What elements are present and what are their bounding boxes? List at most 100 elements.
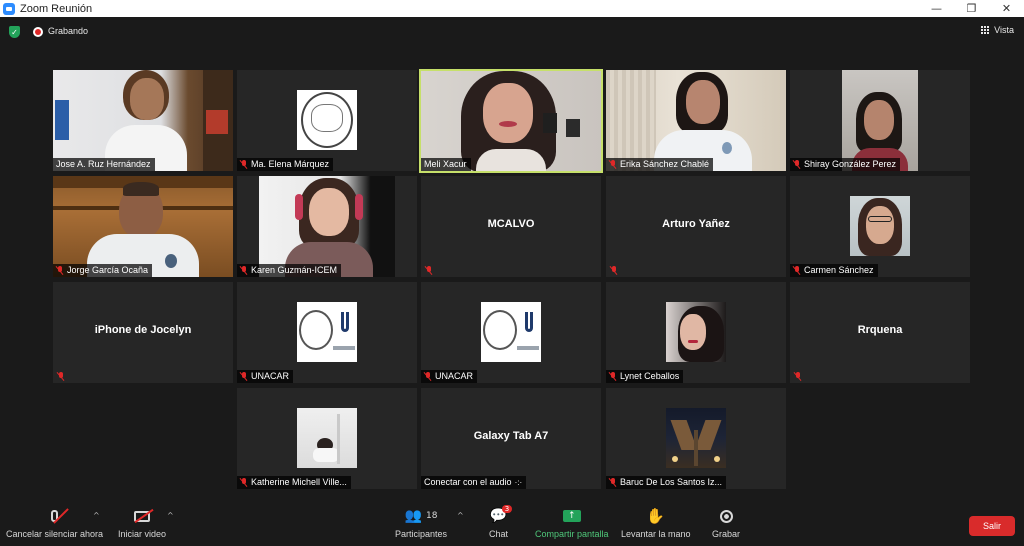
chat-label: Chat	[489, 529, 509, 539]
participant-name: Erika Sánchez Chablé	[620, 159, 710, 169]
participant-tile[interactable]: MCALVO	[421, 176, 601, 277]
window-titlebar: Zoom Reunión — ❐ ✕	[0, 0, 1024, 17]
participant-tile[interactable]: Rrquena	[790, 282, 970, 383]
participants-label: Participantes	[395, 529, 448, 539]
start-video-label: Iniciar video	[118, 529, 167, 539]
participant-video	[606, 70, 786, 171]
participant-tile[interactable]: Katherine Michell Ville...	[237, 388, 417, 489]
meeting-topbar: ✓ Grabando Vista	[0, 17, 1024, 45]
participant-name: Katherine Michell Ville...	[251, 477, 347, 487]
participant-name: Karen Guzmán-ICEM	[251, 265, 338, 275]
participant-name-label: Ma. Elena Márquez	[237, 158, 334, 171]
participant-tile[interactable]: UNACAR	[237, 282, 417, 383]
window-title: Zoom Reunión	[20, 2, 93, 15]
participant-name: UNACAR	[251, 371, 290, 381]
restore-button[interactable]: ❐	[954, 0, 989, 17]
video-off-icon	[134, 506, 154, 526]
leave-button[interactable]: Salir	[969, 516, 1015, 536]
raise-hand-label: Levantar la mano	[621, 529, 691, 539]
participant-name: Ma. Elena Márquez	[251, 159, 330, 169]
recording-icon	[33, 27, 43, 37]
participant-tile[interactable]: Erika Sánchez Chablé	[606, 70, 786, 171]
participant-name: Lynet Ceballos	[620, 371, 680, 381]
mic-muted-icon	[240, 478, 248, 487]
participant-tile[interactable]: Karen Guzmán-ICEM	[237, 176, 417, 277]
unmute-button[interactable]: Cancelar silenciar ahora	[6, 506, 103, 539]
participant-name: Jose A. Ruz Hernández	[56, 159, 151, 169]
participants-button[interactable]: 👥 18 Participantes	[395, 506, 447, 539]
mic-muted-icon	[609, 478, 617, 487]
minimize-button[interactable]: —	[919, 0, 954, 17]
participant-display-name: MCALVO	[487, 218, 535, 230]
start-video-button[interactable]: Iniciar video	[118, 506, 166, 539]
participant-video	[421, 71, 601, 171]
participant-tile[interactable]: Ma. Elena Márquez	[237, 70, 417, 171]
video-options-chevron-icon[interactable]: ^	[167, 511, 174, 520]
record-icon	[719, 506, 733, 526]
participant-name: Meli Xacur	[424, 159, 467, 169]
share-screen-label: Compartir pantalla	[535, 529, 609, 539]
chat-icon: 💬 3	[490, 505, 513, 526]
participant-tile[interactable]: Arturo Yañez	[606, 176, 786, 277]
participant-name: Jorge García Ocaña	[67, 265, 149, 275]
participant-tile[interactable]: Galaxy Tab A7 Conectar con el audio ·:·	[421, 388, 601, 489]
mic-muted-icon	[51, 506, 69, 526]
participants-options-chevron-icon[interactable]: ^	[457, 511, 464, 520]
participant-tile[interactable]: Baruc De Los Santos Iz...	[606, 388, 786, 489]
raise-hand-button[interactable]: ✋ Levantar la mano	[621, 506, 691, 539]
record-label: Grabar	[712, 529, 741, 539]
university-seal-image	[297, 90, 357, 150]
raise-hand-icon: ✋	[646, 507, 666, 525]
participant-tile[interactable]: UNACAR	[421, 282, 601, 383]
zoom-app-icon	[3, 2, 15, 15]
participant-video	[842, 70, 918, 171]
view-button[interactable]: Vista	[981, 25, 1014, 35]
mic-muted-icon	[609, 372, 617, 381]
participant-photo	[850, 196, 910, 256]
participant-name-label: Baruc De Los Santos Iz...	[606, 476, 727, 489]
mic-muted-icon	[793, 160, 801, 169]
participant-display-name: Rrquena	[857, 324, 903, 336]
chat-badge: 3	[501, 505, 513, 513]
participant-name-label: Conectar con el audio ·:·	[421, 476, 527, 489]
participant-display-name: Arturo Yañez	[662, 218, 730, 230]
participant-tile-active-speaker[interactable]: Meli Xacur	[419, 69, 603, 173]
record-button[interactable]: Grabar	[712, 506, 740, 539]
participant-video	[53, 70, 233, 171]
participant-name: Shiray González Perez	[804, 159, 897, 169]
mic-muted-icon	[424, 372, 432, 381]
mic-muted-icon	[609, 160, 617, 169]
participant-name: Carmen Sánchez	[804, 265, 874, 275]
participant-tile[interactable]: Carmen Sánchez	[790, 176, 970, 277]
participant-name-label: Erika Sánchez Chablé	[606, 158, 714, 171]
participant-name: Baruc De Los Santos Iz...	[620, 477, 723, 487]
participant-tile[interactable]: iPhone de Jocelyn	[53, 282, 233, 383]
mic-muted-icon	[56, 266, 64, 275]
connect-audio-label[interactable]: Conectar con el audio	[424, 476, 512, 489]
unmute-label: Cancelar silenciar ahora	[6, 529, 104, 539]
participant-tile[interactable]: Jose A. Ruz Hernández	[53, 70, 233, 171]
mic-muted-icon	[425, 266, 433, 275]
mic-muted-icon	[793, 266, 801, 275]
participant-tile[interactable]: Lynet Ceballos	[606, 282, 786, 383]
participant-tile[interactable]: Jorge García Ocaña	[53, 176, 233, 277]
participant-name-label: UNACAR	[421, 370, 478, 383]
university-logo-image	[481, 302, 541, 362]
participant-photo	[666, 302, 726, 362]
encryption-shield-icon[interactable]: ✓	[9, 26, 20, 38]
meeting-toolbar: Cancelar silenciar ahora ^ Iniciar video…	[0, 502, 1024, 546]
mic-muted-icon	[240, 372, 248, 381]
participant-name-label: Meli Xacur	[421, 158, 471, 171]
window-controls: — ❐ ✕	[919, 0, 1024, 17]
mic-muted-icon	[610, 266, 618, 275]
participant-video	[259, 176, 395, 277]
recording-label: Grabando	[48, 26, 89, 36]
participants-icon: 👥 18	[404, 508, 438, 524]
participant-name-label: UNACAR	[237, 370, 294, 383]
chat-button[interactable]: 💬 3 Chat	[489, 505, 513, 539]
audio-options-chevron-icon[interactable]: ^	[93, 511, 100, 520]
participant-tile[interactable]: Shiray González Perez	[790, 70, 970, 171]
close-button[interactable]: ✕	[989, 0, 1024, 17]
share-screen-button[interactable]: ↑ Compartir pantalla	[535, 506, 609, 539]
participant-name-label: Jose A. Ruz Hernández	[53, 158, 155, 171]
